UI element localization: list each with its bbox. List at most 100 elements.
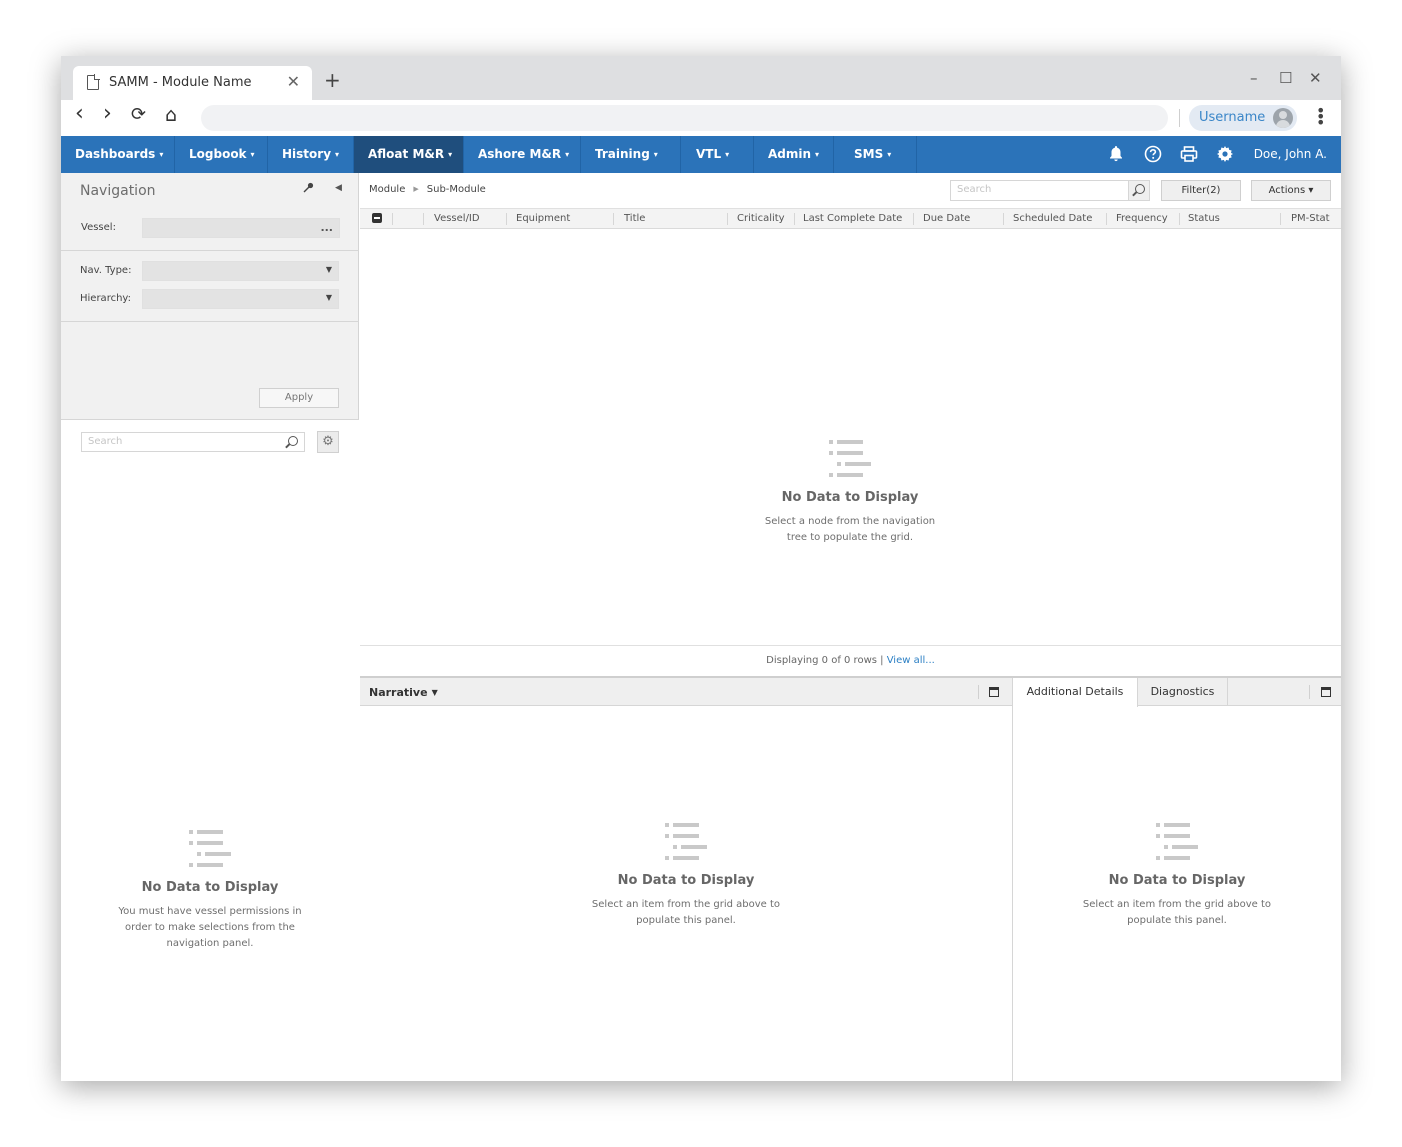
hierarchy-select[interactable]: ▼ xyxy=(142,289,339,309)
forward-button[interactable]: › xyxy=(103,103,112,125)
tree-settings-button[interactable]: ⚙ xyxy=(317,431,339,453)
gear-icon: ⚙ xyxy=(322,434,334,449)
window-close-button[interactable]: ✕ xyxy=(1309,69,1322,87)
document-icon xyxy=(87,74,100,90)
filter-button[interactable]: Filter(2) xyxy=(1161,180,1241,201)
narrative-header: Narrative ▼ xyxy=(360,678,1012,706)
menu-admin[interactable]: Admin ▾ xyxy=(754,136,834,173)
column-criticality[interactable]: Criticality xyxy=(737,213,785,224)
caret-down-icon: ▼ xyxy=(431,688,438,697)
empty-line-2: populate this panel. xyxy=(1127,915,1227,926)
home-button[interactable]: ⌂ xyxy=(165,106,177,125)
vessel-browse-icon[interactable]: ... xyxy=(320,221,333,234)
tab-additional-details[interactable]: Additional Details xyxy=(1013,678,1138,707)
narrative-body: No Data to Display Select an item from t… xyxy=(360,707,1012,1081)
caret-down-icon: ▾ xyxy=(725,150,730,159)
caret-down-icon: ▾ xyxy=(653,150,658,159)
list-icon xyxy=(1156,823,1198,861)
grid-header: Vessel/ID Equipment Title Criticality La… xyxy=(360,208,1341,229)
menu-history[interactable]: History ▾ xyxy=(268,136,354,173)
address-divider xyxy=(1179,109,1180,127)
column-vessel-id[interactable]: Vessel/ID xyxy=(434,213,480,224)
column-title[interactable]: Title xyxy=(624,213,645,224)
bell-icon[interactable] xyxy=(1107,145,1125,163)
empty-line-1: You must have vessel permissions in xyxy=(118,906,302,917)
browser-menu-icon[interactable]: • • • xyxy=(1316,103,1325,131)
menu-vtl[interactable]: VTL ▾ xyxy=(681,136,754,173)
menu-afloat-mr[interactable]: Afloat M&R ▾ xyxy=(354,136,464,173)
nav-type-select[interactable]: ▼ xyxy=(142,261,339,281)
maximize-panel-icon[interactable] xyxy=(1321,687,1331,697)
column-scheduled-date[interactable]: Scheduled Date xyxy=(1013,213,1092,224)
list-icon xyxy=(189,830,231,868)
minimize-button[interactable]: – xyxy=(1250,69,1258,87)
breadcrumb-module[interactable]: Module xyxy=(369,184,405,195)
caret-down-icon: ▾ xyxy=(815,150,820,159)
empty-state: No Data to Display You must have vessel … xyxy=(106,830,314,952)
help-icon[interactable] xyxy=(1144,145,1162,163)
select-all-checkbox[interactable] xyxy=(372,213,382,223)
profile-button[interactable]: Username xyxy=(1189,105,1297,131)
list-icon xyxy=(665,823,707,861)
collapse-left-icon[interactable]: ◀ xyxy=(335,183,342,193)
empty-title: No Data to Display xyxy=(617,873,755,888)
current-user[interactable]: Doe, John A. xyxy=(1254,136,1327,173)
panel-splitter[interactable] xyxy=(1012,678,1013,1081)
empty-title: No Data to Display xyxy=(1108,873,1246,888)
profile-label: Username xyxy=(1199,110,1266,125)
narrative-dropdown[interactable]: Narrative ▼ xyxy=(369,686,438,699)
view-all-link[interactable]: View all... xyxy=(887,655,935,666)
grid-search-input[interactable]: Search xyxy=(950,180,1150,201)
menu-dashboards[interactable]: Dashboards ▾ xyxy=(61,136,175,173)
caret-down-icon: ▾ xyxy=(448,150,453,159)
maximize-panel-icon[interactable] xyxy=(989,687,999,697)
column-due-date[interactable]: Due Date xyxy=(923,213,970,224)
breadcrumb-submodule[interactable]: Sub-Module xyxy=(427,184,486,195)
breadcrumb: Module ▶ Sub-Module xyxy=(369,184,486,195)
divider xyxy=(1309,685,1310,699)
navigation-panel: Navigation ◀ Vessel: ... Nav. Type: ▼ Hi… xyxy=(61,173,359,1081)
address-bar-row: ‹ › ⟳ ⌂ Username • • • xyxy=(61,100,1341,136)
empty-line-2: tree to populate the grid. xyxy=(786,532,914,543)
column-last-complete-date[interactable]: Last Complete Date xyxy=(803,213,902,224)
navigation-title: Navigation xyxy=(80,183,156,199)
menu-label: VTL xyxy=(696,147,722,161)
tab-close-icon[interactable]: ✕ xyxy=(287,72,300,91)
menu-logbook[interactable]: Logbook ▾ xyxy=(175,136,268,173)
back-button[interactable]: ‹ xyxy=(75,103,84,125)
actions-button[interactable]: Actions ▾ xyxy=(1251,180,1331,201)
column-equipment[interactable]: Equipment xyxy=(516,213,570,224)
menu-label: History xyxy=(282,147,332,161)
print-icon[interactable] xyxy=(1180,145,1198,163)
caret-down-icon: ▾ xyxy=(250,150,255,159)
divider xyxy=(61,250,359,251)
tree-search-input[interactable]: Search xyxy=(81,432,305,452)
menu-label: SMS xyxy=(854,147,884,161)
new-tab-button[interactable]: + xyxy=(324,70,341,90)
column-frequency[interactable]: Frequency xyxy=(1116,213,1168,224)
maximize-button[interactable]: ☐ xyxy=(1279,69,1292,87)
browser-tab[interactable]: SAMM - Module Name ✕ xyxy=(73,66,312,100)
menu-label: Dashboards xyxy=(75,147,156,161)
reload-button[interactable]: ⟳ xyxy=(131,106,146,124)
detail-panels: Narrative ▼ No Data to Display Select an … xyxy=(360,676,1341,1081)
apply-button[interactable]: Apply xyxy=(259,388,339,408)
column-pm-stat[interactable]: PM-Stat xyxy=(1291,213,1330,224)
search-button[interactable] xyxy=(1128,181,1149,200)
menu-training[interactable]: Training ▾ xyxy=(581,136,681,173)
grid-footer: Displaying 0 of 0 rows | View all... xyxy=(360,645,1341,676)
url-input[interactable] xyxy=(201,105,1168,131)
menu-ashore-mr[interactable]: Ashore M&R ▾ xyxy=(464,136,581,173)
app-navbar: Dashboards ▾ Logbook ▾ History ▾ Afloat M&R… xyxy=(61,136,1341,173)
vessel-field[interactable]: ... xyxy=(142,218,340,238)
tab-diagnostics[interactable]: Diagnostics xyxy=(1138,678,1228,706)
pin-icon[interactable] xyxy=(303,182,314,196)
column-status[interactable]: Status xyxy=(1188,213,1220,224)
menu-label: Logbook xyxy=(189,147,247,161)
chevron-down-icon: ▼ xyxy=(325,265,332,274)
search-icon[interactable] xyxy=(288,436,298,446)
gear-icon[interactable] xyxy=(1216,145,1234,163)
menu-sms[interactable]: SMS ▾ xyxy=(834,136,917,173)
tab-title: SAMM - Module Name xyxy=(109,75,252,90)
avatar-icon xyxy=(1273,108,1293,128)
